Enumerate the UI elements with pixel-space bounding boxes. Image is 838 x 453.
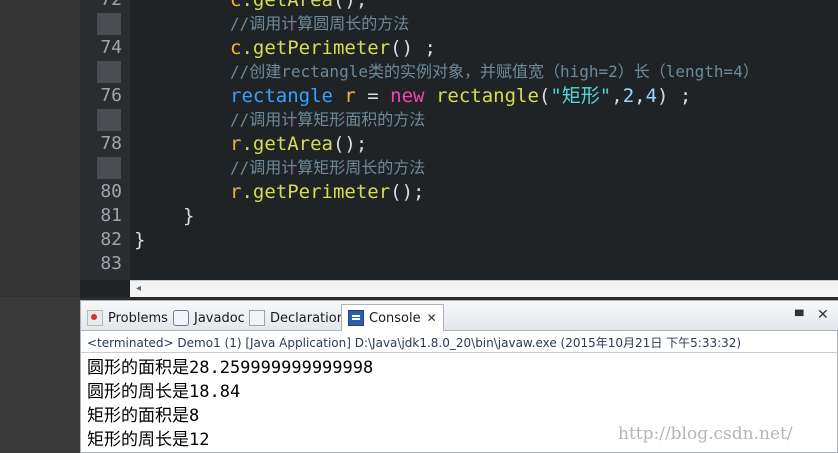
console-output-line: 矩形的面积是8 bbox=[87, 406, 200, 426]
line-number: 81 bbox=[100, 205, 122, 226]
tab-console[interactable]: Console ✕ bbox=[341, 304, 444, 331]
close-view-icon[interactable]: ✕ bbox=[817, 307, 829, 323]
code-token: , bbox=[611, 85, 623, 107]
code-token-number: 4 bbox=[645, 85, 658, 107]
left-panel-shade bbox=[0, 0, 80, 297]
view-tab-bar: Problems Javadoc Declaration Console ✕ ▀ … bbox=[81, 301, 838, 331]
line-number: 74 bbox=[100, 37, 122, 58]
console-output-line: 圆形的面积是28.259999999999998 bbox=[87, 358, 374, 378]
tab-declaration[interactable]: Declaration bbox=[249, 306, 345, 330]
code-comment[interactable]: //调用计算矩形面积的方法 bbox=[230, 108, 425, 132]
code-token-var: c bbox=[230, 0, 242, 11]
code-token: ( bbox=[538, 85, 551, 107]
code-brace[interactable]: } bbox=[183, 204, 194, 228]
console-icon bbox=[348, 310, 364, 326]
line-number: 83 bbox=[100, 253, 122, 274]
tab-javadoc[interactable]: Javadoc bbox=[173, 306, 245, 330]
code-token-var: r bbox=[230, 133, 242, 155]
code-line[interactable]: r.getArea(); bbox=[230, 132, 367, 156]
code-token-type: rectangle bbox=[230, 85, 333, 107]
code-token-method: .getPerimeter bbox=[241, 181, 391, 203]
code-line[interactable]: rectangle r = new rectangle("矩形",2,4) ; bbox=[230, 84, 691, 108]
line-number: 80 bbox=[100, 181, 122, 202]
code-comment[interactable]: //调用计算矩形周长的方法 bbox=[230, 156, 425, 180]
code-comment[interactable]: //调用计算圆周长的方法 bbox=[230, 12, 409, 36]
tab-label: Declaration bbox=[270, 310, 345, 326]
line-number: 82 bbox=[100, 229, 122, 250]
code-token-var: r bbox=[332, 85, 356, 107]
folding-marker[interactable] bbox=[97, 61, 121, 83]
console-output-line: 矩形的周长是12 bbox=[87, 430, 210, 450]
code-token-number: 2 bbox=[622, 85, 635, 107]
code-token-method: .getArea bbox=[241, 133, 333, 155]
console-output-line: 圆形的周长是18.84 bbox=[87, 382, 241, 402]
declaration-icon bbox=[249, 310, 265, 326]
code-token: , bbox=[634, 85, 646, 107]
horizontal-scrollbar[interactable]: ◂ bbox=[130, 280, 838, 297]
code-line[interactable]: c.getArea(); bbox=[230, 0, 367, 12]
code-token: (); bbox=[332, 0, 368, 11]
problems-icon bbox=[87, 310, 103, 326]
folding-marker[interactable] bbox=[97, 157, 121, 179]
code-token: ) ; bbox=[657, 85, 692, 107]
code-token-method: rectangle bbox=[424, 85, 539, 107]
code-token-method: .getPerimeter bbox=[241, 37, 391, 59]
code-token: = bbox=[355, 85, 391, 107]
code-token-var: r bbox=[230, 181, 242, 203]
watermark: http://blog.csdn.net/ bbox=[618, 424, 793, 444]
code-token: () ; bbox=[390, 37, 436, 59]
code-comment[interactable]: //创建rectangle类的实例对象，并赋值宽（high=2）长（length… bbox=[230, 60, 759, 84]
tab-label: Problems bbox=[108, 310, 168, 326]
code-token-keyword: new bbox=[390, 85, 425, 107]
code-token: (); bbox=[332, 133, 368, 155]
left-side-panel bbox=[0, 0, 80, 453]
folding-marker[interactable] bbox=[97, 13, 121, 35]
line-number: 78 bbox=[100, 133, 122, 154]
line-number: 72 bbox=[80, 0, 122, 12]
launch-status: <terminated> Demo1 (1) [Java Application… bbox=[87, 336, 742, 350]
code-token: (); bbox=[390, 181, 425, 203]
minimize-icon[interactable]: ▀ bbox=[795, 310, 803, 323]
line-number: 76 bbox=[100, 85, 122, 106]
tab-label: Console bbox=[369, 310, 421, 326]
code-token-method: .getArea bbox=[241, 0, 333, 11]
tab-label: Javadoc bbox=[194, 310, 245, 326]
code-line[interactable]: c.getPerimeter() ; bbox=[230, 36, 436, 60]
code-editor[interactable]: 72 74 76 78 80 81 82 83 c.getArea(); //调… bbox=[80, 0, 838, 297]
code-token-var: c bbox=[230, 37, 242, 59]
tab-problems[interactable]: Problems bbox=[87, 306, 168, 330]
code-token-string: "矩形" bbox=[550, 85, 612, 107]
scroll-left-icon[interactable]: ◂ bbox=[136, 283, 141, 294]
folding-marker[interactable] bbox=[97, 109, 121, 131]
code-brace[interactable]: } bbox=[134, 228, 145, 252]
code-line[interactable]: r.getPerimeter(); bbox=[230, 180, 425, 204]
console-panel: Problems Javadoc Declaration Console ✕ ▀ … bbox=[80, 300, 838, 453]
close-tab-icon[interactable]: ✕ bbox=[427, 311, 437, 325]
javadoc-icon bbox=[173, 310, 189, 326]
